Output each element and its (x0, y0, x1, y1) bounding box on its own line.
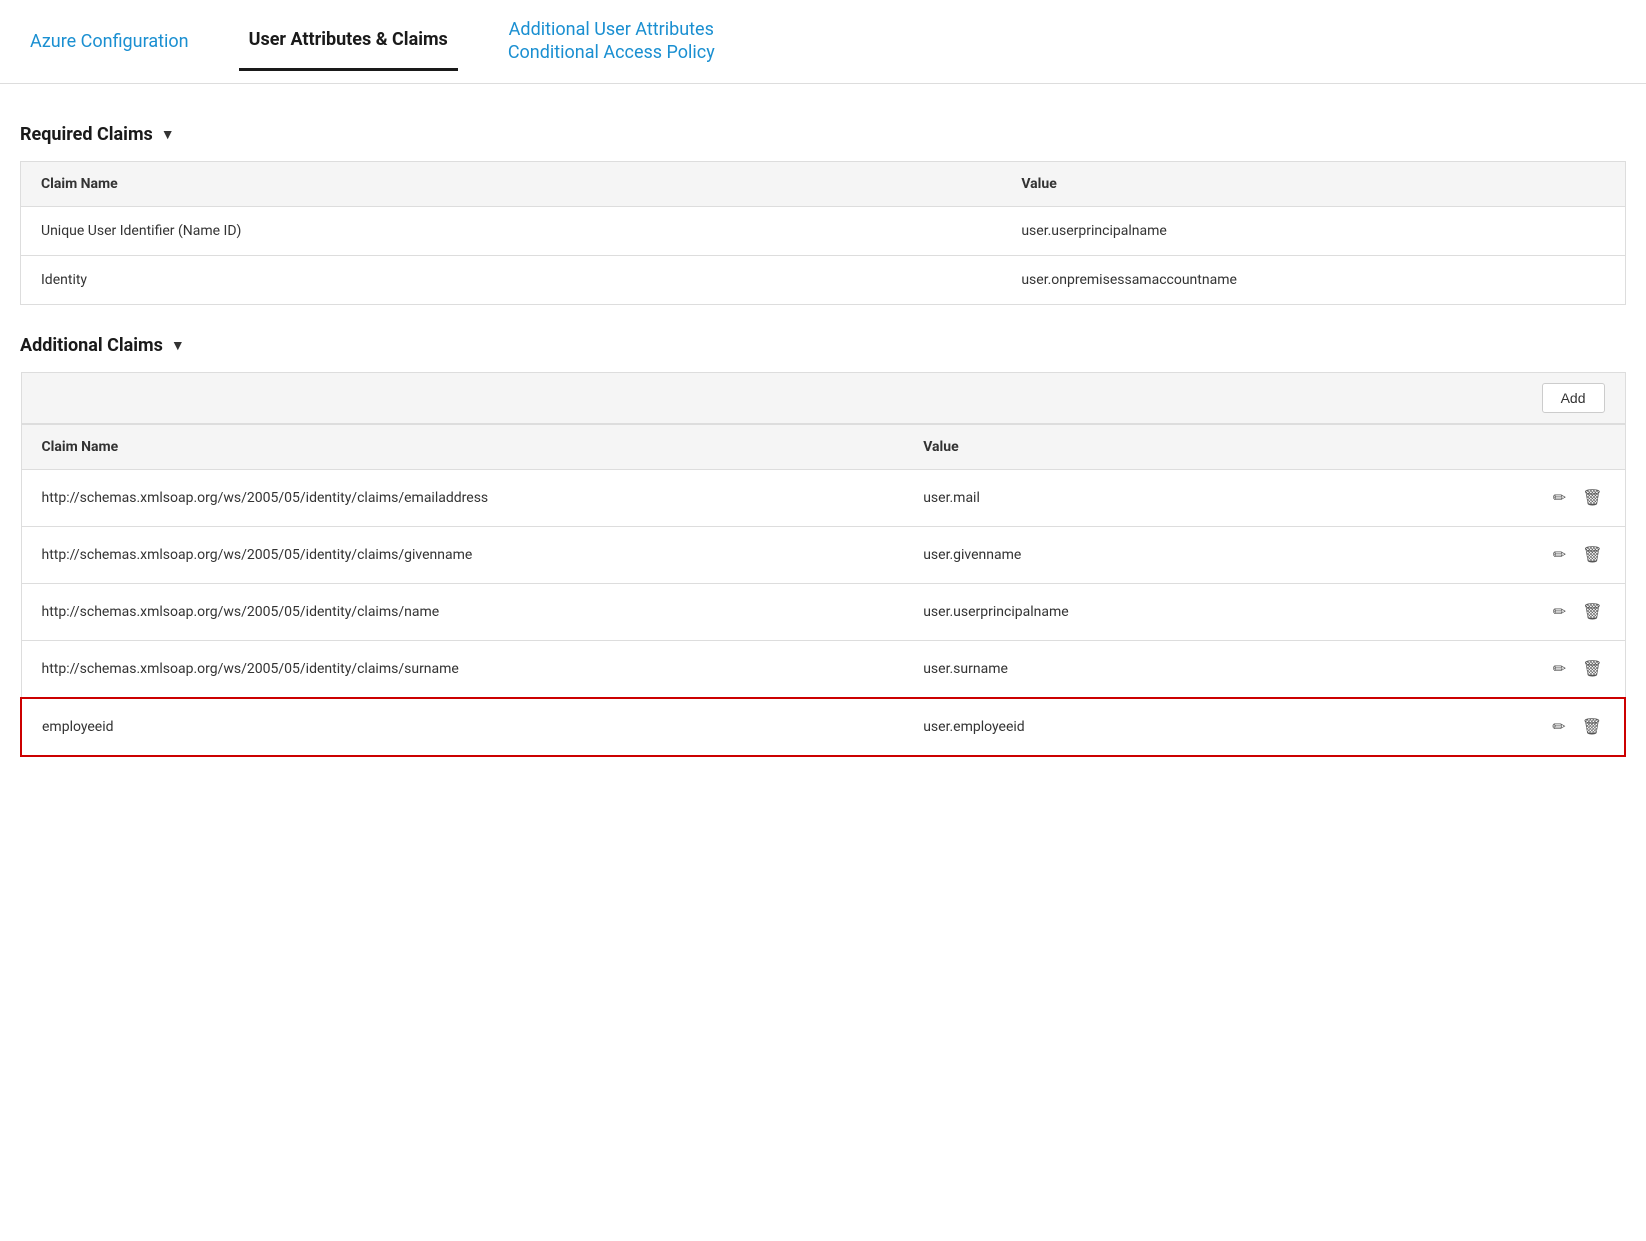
claim-name-cell: http://schemas.xmlsoap.org/ws/2005/05/id… (21, 526, 903, 583)
table-row: http://schemas.xmlsoap.org/ws/2005/05/id… (21, 583, 1625, 640)
additional-claims-chevron: ▼ (171, 337, 185, 354)
table-row: employeeid user.employeeid ✏ 🗑 (21, 698, 1625, 756)
tab-user-attributes[interactable]: User Attributes & Claims (239, 11, 458, 71)
delete-button[interactable]: 🗑 (1580, 600, 1604, 624)
edit-button[interactable]: ✏ (1550, 715, 1567, 739)
required-claims-col-name: Claim Name (21, 161, 1002, 206)
additional-claims-title: Additional Claims (20, 335, 163, 356)
claim-name-cell: Unique User Identifier (Name ID) (21, 206, 1002, 255)
claim-value-cell: user.onpremisessamaccountname (1001, 255, 1625, 304)
main-content: Required Claims ▼ Claim Name Value Uniqu… (0, 84, 1646, 807)
delete-button[interactable]: 🗑 (1580, 543, 1604, 567)
delete-button[interactable]: 🗑 (1580, 486, 1604, 510)
action-cell: ✏ 🗑 (1465, 698, 1625, 756)
claim-name-cell: http://schemas.xmlsoap.org/ws/2005/05/id… (21, 469, 903, 526)
table-row: Unique User Identifier (Name ID) user.us… (21, 206, 1626, 255)
edit-button[interactable]: ✏ (1551, 543, 1568, 567)
edit-button[interactable]: ✏ (1551, 486, 1568, 510)
additional-claims-col-actions (1465, 424, 1625, 469)
edit-button[interactable]: ✏ (1551, 657, 1568, 681)
additional-claims-header[interactable]: Additional Claims ▼ (20, 335, 1626, 356)
table-row: http://schemas.xmlsoap.org/ws/2005/05/id… (21, 526, 1625, 583)
tab-azure-config[interactable]: Azure Configuration (20, 13, 199, 70)
claim-name-cell: http://schemas.xmlsoap.org/ws/2005/05/id… (21, 583, 903, 640)
claim-value-cell: user.employeeid (903, 698, 1464, 756)
action-cell: ✏ 🗑 (1465, 526, 1625, 583)
required-claims-header[interactable]: Required Claims ▼ (20, 124, 1626, 145)
delete-button[interactable]: 🗑 (1580, 715, 1604, 739)
claim-name-cell: employeeid (21, 698, 903, 756)
table-row: Identity user.onpremisessamaccountname (21, 255, 1626, 304)
table-row: http://schemas.xmlsoap.org/ws/2005/05/id… (21, 640, 1625, 698)
additional-claims-col-value: Value (903, 424, 1464, 469)
additional-claims-table: Add Claim Name Value http://schemas.xmls… (20, 372, 1626, 757)
nav-tabs: Azure Configuration User Attributes & Cl… (0, 0, 1646, 84)
claim-value-cell: user.userprincipalname (1001, 206, 1625, 255)
page-container: Azure Configuration User Attributes & Cl… (0, 0, 1646, 807)
tab-additional-user-attributes[interactable]: Additional User Attributes Conditional A… (498, 0, 725, 83)
required-claims-table: Claim Name Value Unique User Identifier … (20, 161, 1626, 305)
edit-button[interactable]: ✏ (1551, 600, 1568, 624)
required-claims-title: Required Claims (20, 124, 153, 145)
claim-value-cell: user.mail (903, 469, 1464, 526)
claim-name-cell: http://schemas.xmlsoap.org/ws/2005/05/id… (21, 640, 903, 698)
claim-value-cell: user.surname (903, 640, 1464, 698)
required-claims-col-value: Value (1001, 161, 1625, 206)
delete-button[interactable]: 🗑 (1580, 657, 1604, 681)
additional-claims-col-name: Claim Name (21, 424, 903, 469)
required-claims-chevron: ▼ (161, 126, 175, 143)
claim-name-cell: Identity (21, 255, 1002, 304)
table-row: http://schemas.xmlsoap.org/ws/2005/05/id… (21, 469, 1625, 526)
action-cell: ✏ 🗑 (1465, 640, 1625, 698)
action-cell: ✏ 🗑 (1465, 583, 1625, 640)
add-claim-button[interactable]: Add (1542, 383, 1605, 413)
action-cell: ✏ 🗑 (1465, 469, 1625, 526)
add-toolbar: Add (22, 373, 1625, 424)
claim-value-cell: user.givenname (903, 526, 1464, 583)
claim-value-cell: user.userprincipalname (903, 583, 1464, 640)
